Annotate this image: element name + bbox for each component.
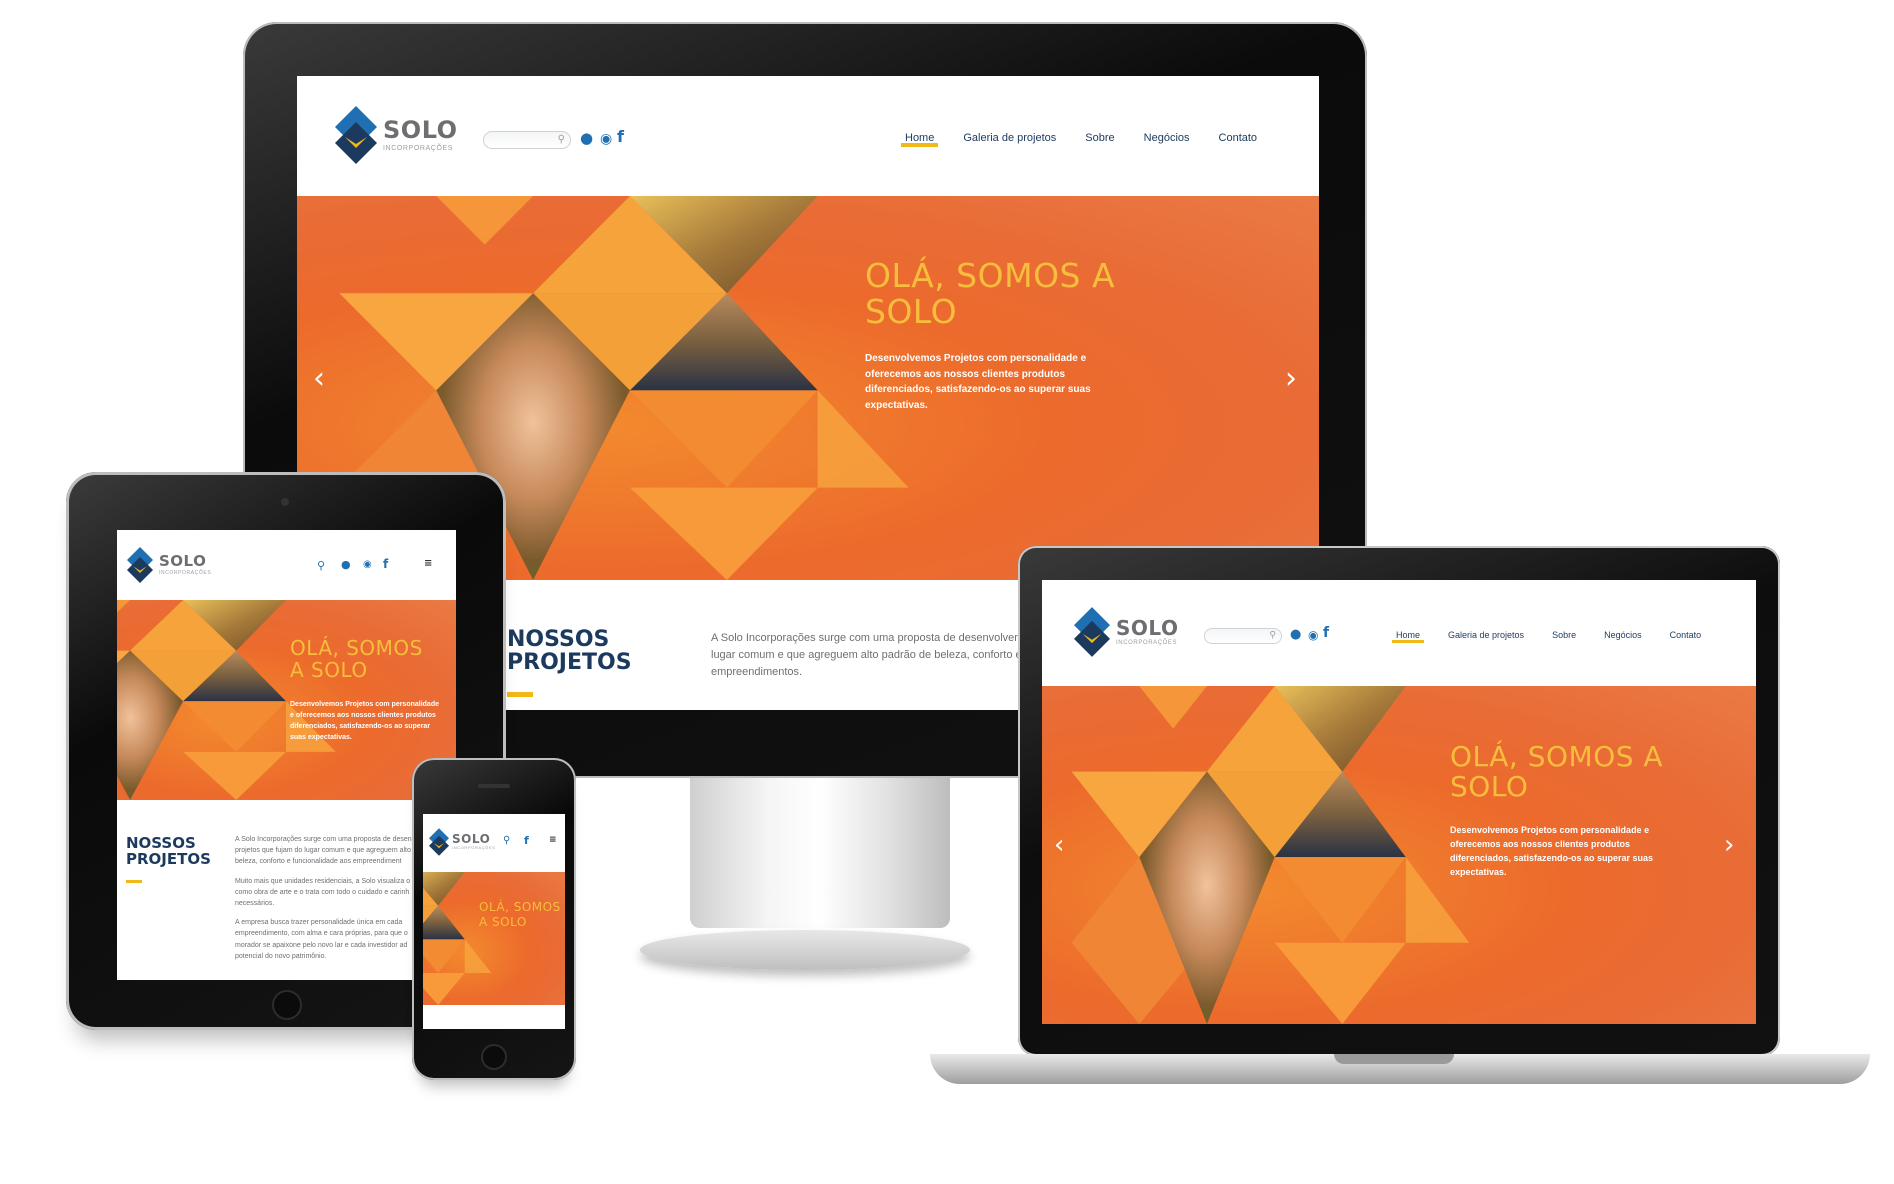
nav-home[interactable]: Home bbox=[900, 132, 939, 147]
logo-subtitle: INCORPORAÇÕES bbox=[452, 845, 496, 851]
phone-home-button[interactable] bbox=[481, 1044, 507, 1070]
logo-name: SOLO bbox=[452, 832, 491, 847]
hero-title: OLÁ, SOMOS A SOLO bbox=[479, 900, 561, 929]
search-icon[interactable]: ⚲ bbox=[503, 836, 510, 846]
phone: SOLO INCORPORAÇÕES ⚲ f ≡ OLÁ, SOMOS A SOL… bbox=[0, 0, 1894, 1184]
phone-speaker bbox=[478, 784, 510, 788]
logo[interactable]: SOLO INCORPORAÇÕES bbox=[429, 828, 495, 856]
phone-header: SOLO INCORPORAÇÕES ⚲ f ≡ bbox=[423, 814, 565, 872]
nav-home[interactable]: Home bbox=[1391, 630, 1425, 643]
phone-screen: SOLO INCORPORAÇÕES ⚲ f ≡ OLÁ, SOMOS A SOL… bbox=[423, 814, 565, 1029]
facebook-icon[interactable]: f bbox=[524, 835, 529, 846]
logo-mark-icon bbox=[429, 828, 449, 856]
menu-icon[interactable]: ≡ bbox=[549, 836, 557, 845]
phone-footer-space bbox=[423, 1005, 565, 1029]
hero-slider: OLÁ, SOMOS A SOLO bbox=[423, 872, 565, 1005]
hero-graphic bbox=[423, 872, 492, 1005]
